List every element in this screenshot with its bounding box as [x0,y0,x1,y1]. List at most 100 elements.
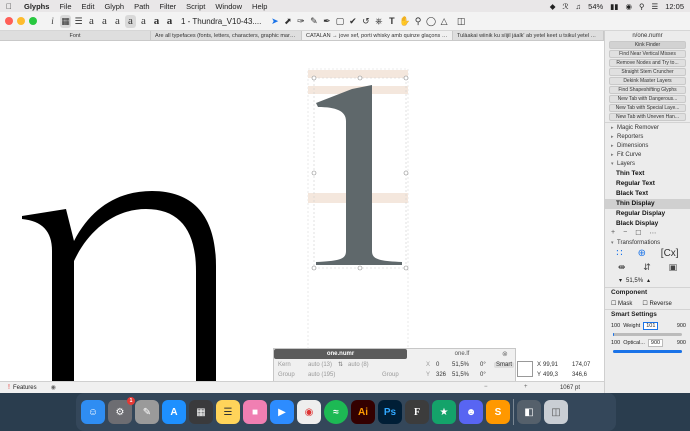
scale-tool-icon[interactable]: ⎈ [373,15,384,28]
screenshot-folder-icon[interactable]: ◧ [517,400,541,424]
script-editor-icon[interactable]: ✎ [135,400,159,424]
tab-tulaakai[interactable]: Tulàakai wiinik ku síijil jáalk' ab yete… [453,31,604,40]
grid-view-icon[interactable]: ▦ [60,14,71,28]
coord-w-value[interactable]: 174,07 [572,362,590,368]
bluetooth-icon[interactable]: ℛ [563,2,569,11]
annotation-tool-icon[interactable]: ◯ [426,15,437,28]
tab-font[interactable]: Font [0,31,151,40]
menu-help[interactable]: Help [252,2,267,11]
mirror-vertical-icon[interactable]: ⇵ [643,262,651,275]
filter-uneven-handles[interactable]: New Tab with Uneven Han... [609,113,686,121]
coord-y-value[interactable]: 499,3 [543,372,558,378]
filter-dekink[interactable]: Dekink Master Layers [609,77,686,85]
menu-filter[interactable]: Filter [160,2,177,11]
menu-window[interactable]: Window [215,2,242,11]
layer-regular-text[interactable]: Regular Text [605,179,690,189]
menu-app-name[interactable]: Glyphs [24,2,49,11]
control-center-icon[interactable]: ☰ [651,2,658,11]
menu-script[interactable]: Script [186,2,205,11]
layer-thin-display[interactable]: Thin Display [605,199,690,209]
section-magic-remover[interactable]: ▸ Magic Remover [605,124,690,133]
kern-lock-icon[interactable]: ⇅ [338,361,343,368]
battery-icon[interactable]: ▮▮ [610,2,618,11]
close-window-button[interactable] [5,17,13,25]
calculator-icon[interactable]: ▦ [189,400,213,424]
filter-vertical-misses[interactable]: Find Near Vertical Misses [609,50,686,58]
zoom-minus-icon[interactable]: − [484,384,488,390]
zoom-plus-icon[interactable]: + [524,384,528,390]
section-layers[interactable]: ▾ Layers [605,160,690,169]
weight-slider[interactable] [605,331,690,338]
preview-a-1[interactable]: a [86,15,97,28]
trash-icon[interactable]: ◫ [544,400,568,424]
dropbox-icon[interactable]: ◆ [550,2,556,11]
layer-thin-text[interactable]: Thin Text [605,169,690,179]
filter-dangerous[interactable]: New Tab with Dangerous... [609,95,686,103]
preview-eye-icon[interactable]: ◉ [51,384,56,391]
knife-tool-icon[interactable]: ✔ [347,15,358,28]
layer-regular-display[interactable]: Regular Display [605,209,690,219]
scale-value[interactable]: 51,5% [626,278,643,284]
chrome-icon[interactable]: ◉ [297,400,321,424]
features-button[interactable]: Features [13,385,37,391]
reference-point-icon[interactable] [517,361,533,377]
x-value[interactable]: 0 [436,362,439,368]
optical-slider[interactable] [605,348,690,355]
draw-tool-icon[interactable]: ✑ [295,15,306,28]
reverse-checkbox[interactable]: ☐ Reverse [642,300,671,307]
menu-glyph[interactable]: Glyph [104,2,124,11]
mask-checkbox[interactable]: ☐ Mask [611,300,632,307]
evernote-icon[interactable]: ★ [432,400,456,424]
width-scale-value[interactable]: 51,5% [452,362,469,368]
minimize-window-button[interactable] [17,17,25,25]
section-fit-curve[interactable]: ▸ Fit Curve [605,151,690,160]
filter-stem-cruncher[interactable]: Straight Stem Cruncher [609,68,686,76]
wifi-icon[interactable]: ◉ [625,2,632,11]
layer-options-icon[interactable]: ⋯ [649,229,656,239]
layer-black-display[interactable]: Black Display [605,219,690,229]
scale-x-icon[interactable]: [Cx] [661,248,679,262]
zoom-icon[interactable]: ▶ [270,400,294,424]
crosshair-icon[interactable]: ⊕ [638,248,646,262]
zoom-window-button[interactable] [29,17,37,25]
scale-down-icon[interactable]: ▾ [619,277,622,284]
mirror-horizontal-icon[interactable]: ⇼ [618,262,626,275]
layer-black-text[interactable]: Black Text [605,189,690,199]
zoom-tool-icon[interactable]: ⚲ [413,15,424,28]
section-reporters[interactable]: ▸ Reporters [605,133,690,142]
select-all-layers-icon[interactable]: ⬈ [282,15,293,28]
books-icon[interactable]: ■ [243,400,267,424]
bool-ops-icon[interactable]: ▣ [669,262,678,275]
height-scale-value[interactable]: 51,5% [452,372,469,378]
finder-icon[interactable]: ☺ [81,400,105,424]
align-grid-icon[interactable]: ∷ [616,248,622,262]
menu-path[interactable]: Path [134,2,149,11]
tab-catalan[interactable]: CATALAN → jove xef, porti whisky amb qui… [302,31,453,40]
add-layer-icon[interactable]: + [611,229,615,239]
photoshop-icon[interactable]: Ps [378,400,402,424]
text-tool-icon[interactable]: T [386,15,397,28]
copy-layer-icon[interactable]: ☐ [635,229,641,239]
section-transformations[interactable]: ▾ Transformations [605,239,690,248]
group-left-value[interactable]: auto (195) [308,372,335,378]
brush-tool-icon[interactable]: ✒ [321,15,332,28]
preview-a-6[interactable]: a [151,15,162,28]
illustrator-icon[interactable]: Ai [351,400,375,424]
coord-h-value[interactable]: 346,6 [572,372,587,378]
glyph-n-outline[interactable] [22,191,216,381]
optical-input[interactable]: 900 [647,339,664,347]
list-view-icon[interactable]: ☰ [73,15,84,28]
slant-value[interactable]: 0° [480,372,486,378]
preview-a-7[interactable]: a [164,15,175,28]
filter-shapeshifting[interactable]: Find Shapeshifting Glyphs [609,86,686,94]
apple-menu-icon[interactable]:  [6,2,16,11]
rotate-tool-icon[interactable]: ↺ [360,15,371,28]
select-tool-icon[interactable]: ➤ [269,15,280,28]
system-preferences-icon[interactable]: ⚙ 1 [108,397,135,424]
info-button[interactable]: i [47,15,58,28]
glyph-name-right[interactable]: one.lf [407,349,517,359]
search-icon[interactable]: ⚲ [639,2,645,11]
sidebar-toggle-icon[interactable]: ◫ [456,15,467,28]
glyphs-app-icon[interactable]: F [405,400,429,424]
close-infobox-icon[interactable]: ⊗ [502,350,508,358]
